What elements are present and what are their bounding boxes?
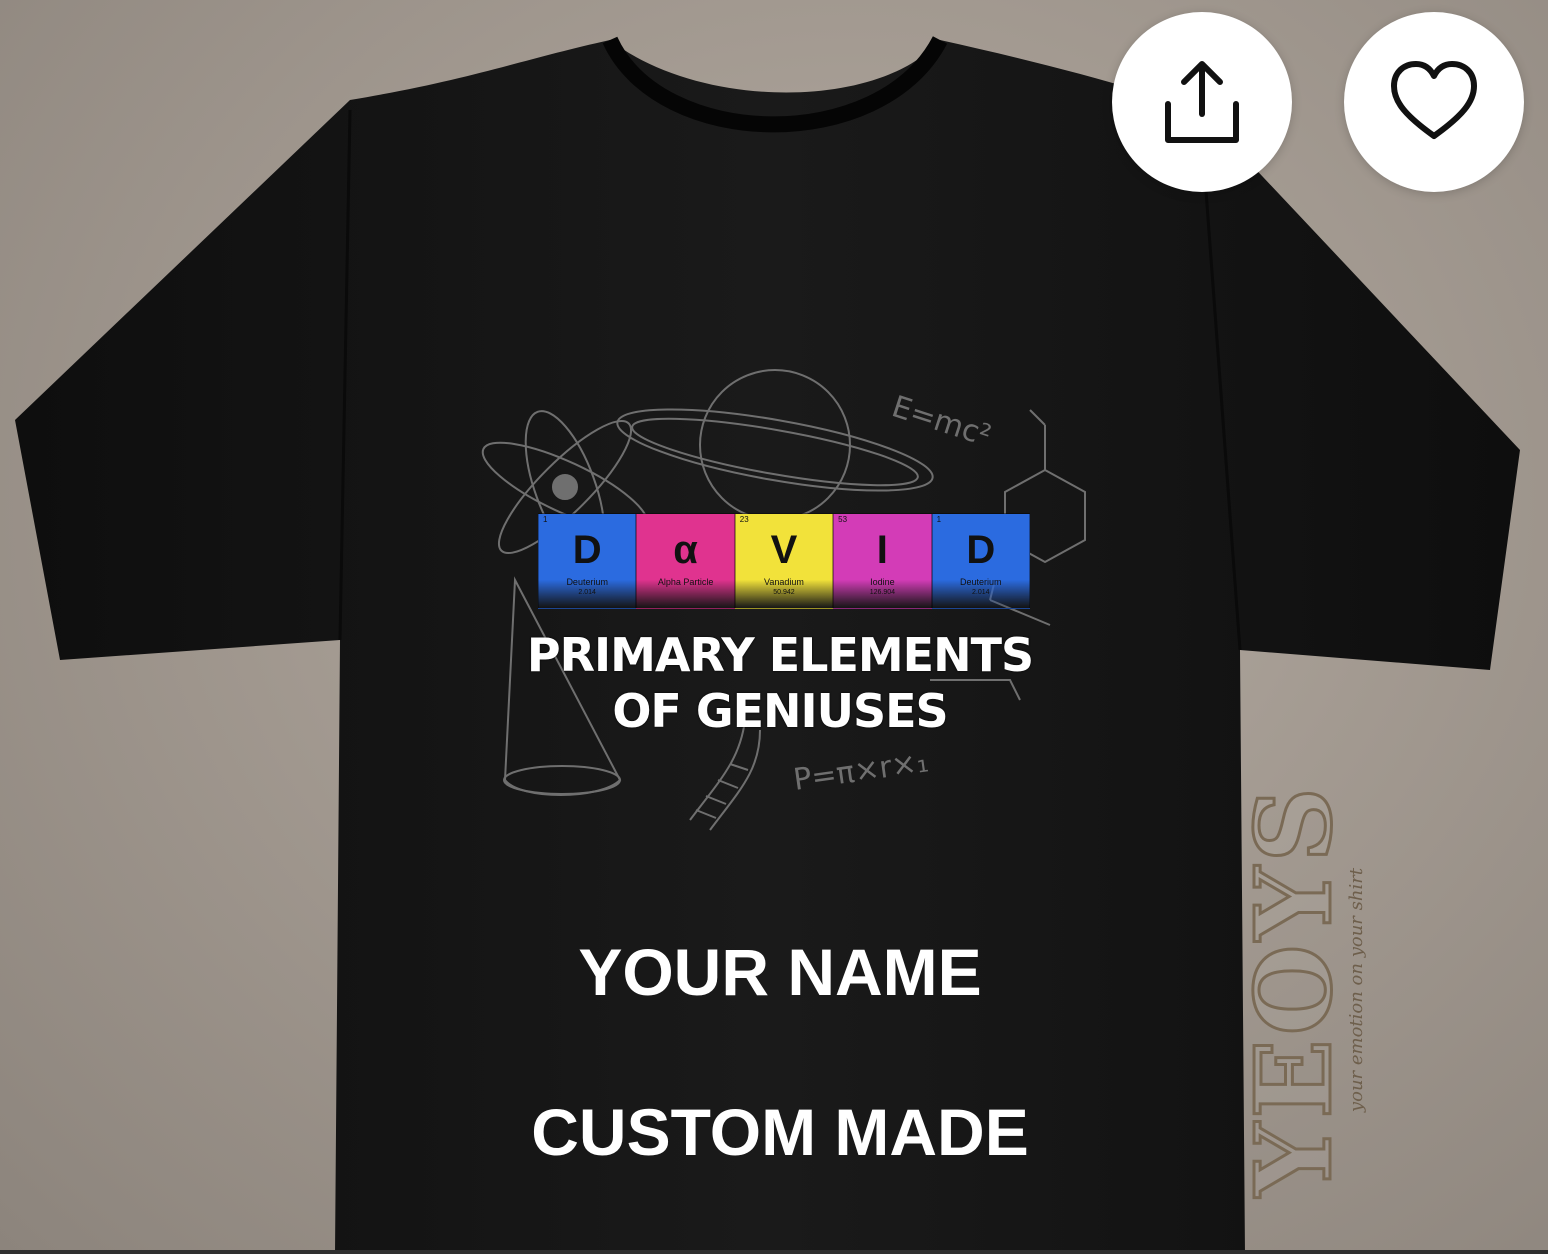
brand-name: YEOYS — [1230, 782, 1356, 1198]
tile-name: Alpha Particle — [657, 577, 714, 587]
brand-watermark: YEOYS your emotion on your shirt — [1230, 780, 1369, 1200]
product-image: E=mc² P=π×r×₁ 1 D Deuterium 2.014 α Alpha Par… — [0, 0, 1548, 1254]
tile-name: Iodine — [870, 577, 895, 587]
element-tiles: 1 D Deuterium 2.014 α Alpha Particle 23 V Vanadi… — [538, 513, 1030, 609]
design-headline-line2: OF GENIUSES — [612, 684, 948, 738]
tile-name: Vanadium — [764, 577, 804, 587]
share-button[interactable] — [1112, 12, 1292, 192]
tile-weight: 126.904 — [869, 589, 896, 596]
tile-weight: 50.942 — [773, 589, 795, 596]
tile-number: 23 — [739, 515, 749, 524]
element-tile: α Alpha Particle — [636, 513, 735, 609]
element-tile: 1 D Deuterium 2.014 — [538, 513, 637, 609]
heart-icon — [1391, 61, 1477, 139]
tile-symbol: D — [572, 528, 602, 572]
element-tile: 1 D Deuterium 2.014 — [931, 513, 1030, 609]
tile-weight: 2.014 — [971, 589, 990, 596]
design-headline-line1: PRIMARY ELEMENTS — [526, 628, 1034, 682]
tile-symbol: D — [966, 528, 996, 572]
tile-number: 1 — [936, 515, 942, 524]
custom-text-line2: CUSTOM MADE — [531, 1095, 1029, 1169]
tile-symbol: V — [770, 528, 798, 572]
tile-name: Deuterium — [566, 577, 608, 587]
favorite-button[interactable] — [1344, 12, 1524, 192]
custom-text-line1: YOUR NAME — [578, 935, 982, 1009]
element-tile: 53 I Iodine 126.904 — [833, 513, 932, 609]
tile-number: 53 — [838, 515, 848, 524]
tile-number: 1 — [543, 515, 548, 524]
element-tile: 23 V Vanadium 50.942 — [734, 513, 834, 609]
tile-weight: 2.014 — [578, 589, 596, 596]
tile-name: Deuterium — [960, 577, 1002, 587]
tile-symbol: I — [876, 528, 888, 572]
divider — [0, 1250, 1548, 1254]
tile-symbol: α — [673, 528, 698, 572]
brand-tagline: your emotion on your shirt — [1345, 867, 1367, 1113]
share-icon — [1165, 61, 1239, 143]
